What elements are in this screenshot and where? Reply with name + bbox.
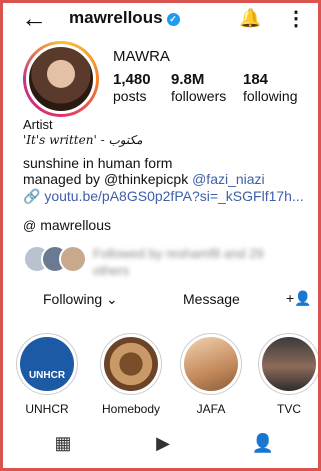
following-count: 184 — [243, 71, 269, 88]
more-vertical-icon[interactable]: ⋮ — [286, 6, 306, 31]
mention-link[interactable]: @fazi_niazi — [192, 171, 265, 187]
bio-external-link[interactable]: 🔗 youtu.be/pA8GS0p2fPA?si=_kSGFlf17h... — [23, 188, 308, 205]
followers-count: 9.8M — [171, 71, 205, 88]
following-label: following — [243, 88, 298, 104]
add-user-icon[interactable]: +👤 — [286, 290, 312, 307]
highlight-cover: UNHCR — [16, 333, 78, 395]
verified-badge-icon: ✓ — [166, 13, 180, 26]
followers-stat[interactable]: 9.8M followers — [171, 71, 226, 105]
threads-handle: mawrellous — [40, 217, 112, 233]
highlight-image — [104, 337, 158, 391]
tab-posts-grid[interactable]: ▦ — [18, 423, 108, 468]
bio-line: sunshine in human form — [23, 155, 173, 171]
highlight-unhcr[interactable]: UNHCR UNHCR — [11, 333, 83, 416]
link-icon: 🔗 — [23, 188, 45, 204]
profile-category: Artist — [23, 117, 53, 132]
highlight-label: UNHCR — [25, 402, 69, 416]
link-text: youtu.be/pA8GS0p2fPA?si=_kSGFlf17h... — [44, 188, 304, 204]
following-button-label: Following — [43, 291, 103, 307]
bio-managed-text: managed by @thinkepicpk — [23, 171, 193, 187]
highlight-label: JAFA — [196, 402, 226, 416]
highlight-label: TVC — [277, 402, 301, 416]
bio-quote: 'It's written' - مكتوب — [23, 133, 143, 147]
profile-screen: ← mawrellous ✓ 🔔 ⋮ MAWRA 1,480 posts 9.8M… — [0, 0, 321, 471]
posts-count: 1,480 — [113, 71, 151, 88]
posts-stat[interactable]: 1,480 posts — [113, 71, 151, 105]
posts-label: posts — [113, 88, 147, 104]
highlight-cover — [258, 333, 318, 395]
highlight-jafa[interactable]: JAFA — [175, 333, 247, 416]
display-name: MAWRA — [113, 48, 170, 65]
chevron-down-icon: ⌄ — [106, 291, 118, 307]
tagged-user-icon: 👤 — [251, 433, 275, 453]
highlight-cover — [100, 333, 162, 395]
grid-icon: ▦ — [54, 433, 72, 453]
highlight-image — [184, 337, 238, 391]
following-button[interactable]: Following ⌄ — [43, 291, 118, 308]
tab-reels[interactable]: ▶ — [118, 423, 208, 468]
reels-icon: ▶ — [156, 433, 170, 453]
message-button[interactable]: Message — [183, 291, 240, 307]
follower-avatar — [59, 245, 87, 273]
highlight-tvc[interactable]: TVC — [253, 333, 318, 416]
tab-tagged[interactable]: 👤 — [218, 423, 308, 468]
profile-tabs: ▦ ▶ 👤 — [6, 423, 318, 468]
followed-by-text[interactable]: Followed by reshamf8 and 29 others — [93, 245, 293, 279]
highlight-homebody[interactable]: Homebody — [95, 333, 167, 416]
message-button-label: Message — [183, 291, 240, 307]
highlight-image — [262, 337, 316, 391]
bio-managed-by: managed by @thinkepicpk @fazi_niazi — [23, 171, 265, 187]
highlight-cover — [180, 333, 242, 395]
profile-username: mawrellous ✓ — [69, 8, 180, 28]
bell-icon[interactable]: 🔔 — [239, 8, 261, 29]
unhcr-logo-icon: UNHCR — [20, 337, 74, 391]
avatar[interactable] — [23, 41, 99, 117]
avatar-image — [26, 44, 96, 114]
top-bar: ← mawrellous ✓ 🔔 ⋮ — [3, 3, 318, 35]
back-arrow-icon[interactable]: ← — [21, 5, 47, 31]
highlight-label: Homebody — [101, 402, 161, 416]
threads-badge[interactable]: @ mawrellous — [23, 217, 111, 233]
followers-label: followers — [171, 88, 227, 104]
threads-icon: @ — [23, 218, 37, 233]
following-stat[interactable]: 184 following — [243, 71, 297, 105]
username-text: mawrellous — [69, 8, 163, 27]
